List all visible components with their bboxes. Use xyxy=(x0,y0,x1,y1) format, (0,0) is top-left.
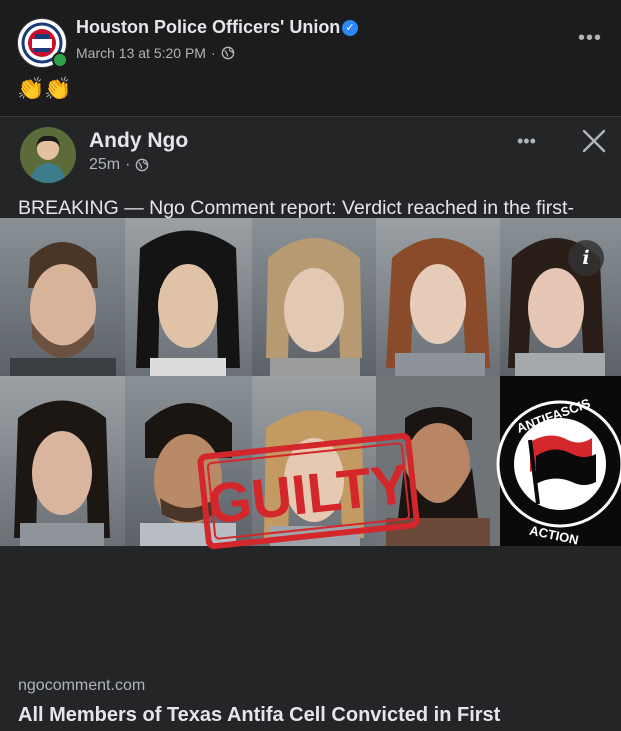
link-title[interactable]: All Members of Texas Antifa Cell Convict… xyxy=(18,704,500,727)
guilty-stamp-text: GUILTY xyxy=(205,452,412,536)
author-avatar-illustration xyxy=(20,127,76,183)
verified-badge-icon: ✓ xyxy=(342,20,358,36)
link-domain[interactable]: ngocomment.com xyxy=(18,677,145,695)
shared-more-options-icon[interactable]: ••• xyxy=(517,132,536,150)
shared-author-avatar[interactable] xyxy=(20,127,76,183)
post-meta: March 13 at 5:20 PM · xyxy=(76,45,235,61)
shared-author-name[interactable]: Andy Ngo xyxy=(89,129,188,153)
close-icon[interactable] xyxy=(580,127,608,155)
page-name-link[interactable]: Houston Police Officers' Union xyxy=(76,17,340,38)
post-timestamp[interactable]: March 13 at 5:20 PM xyxy=(76,45,206,61)
mugshot-4 xyxy=(386,238,490,376)
shared-globe-icon[interactable] xyxy=(135,158,149,172)
shared-meta-separator: · xyxy=(125,156,131,173)
globe-icon[interactable] xyxy=(221,46,235,60)
info-icon[interactable]: i xyxy=(568,240,604,276)
meta-separator: · xyxy=(210,45,216,61)
post-header: Houston Police Officers' Union ✓ March 1… xyxy=(0,0,621,101)
shared-meta: 25m · xyxy=(89,156,149,174)
more-options-icon[interactable]: ••• xyxy=(578,28,602,48)
shared-timestamp[interactable]: 25m xyxy=(89,156,120,174)
mugshot-6 xyxy=(14,400,110,546)
online-status-dot xyxy=(52,52,68,68)
post-text: 👏👏 xyxy=(17,76,72,101)
